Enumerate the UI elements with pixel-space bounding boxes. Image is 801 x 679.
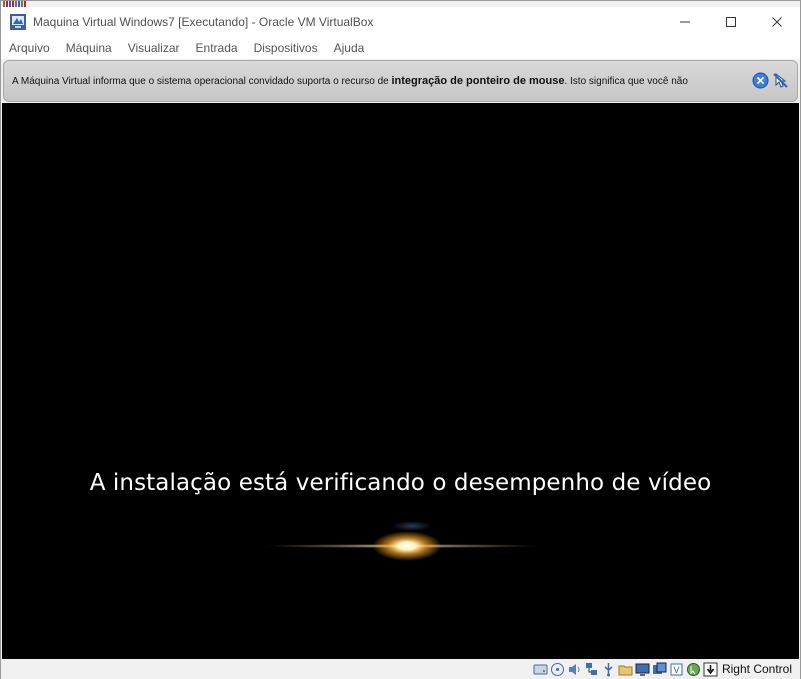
notice-bold: integração de ponteiro de mouse	[391, 75, 565, 87]
usb-icon[interactable]	[601, 662, 616, 677]
window-title: Maquina Virtual Windows7 [Executando] - …	[33, 15, 374, 29]
notice-actions	[752, 72, 789, 89]
mouse-integration-notice: A Máquina Virtual informa que o sistema …	[3, 60, 798, 102]
maximize-button[interactable]	[708, 7, 754, 37]
host-key-label: Right Control	[721, 662, 792, 676]
menu-entrada[interactable]: Entrada	[188, 41, 246, 55]
shared-folders-icon[interactable]	[618, 662, 633, 677]
virtualbox-app-icon	[10, 14, 26, 30]
virtualization-icon[interactable]: V	[669, 662, 684, 677]
status-bar: V Right Control	[1, 659, 800, 679]
menu-ajuda[interactable]: Ajuda	[326, 41, 373, 55]
display-icon[interactable]	[635, 662, 650, 677]
vm-display[interactable]: A instalação está verificando o desempen…	[2, 103, 799, 659]
menu-visualizar[interactable]: Visualizar	[120, 41, 188, 55]
menu-maquina[interactable]: Máquina	[58, 41, 120, 55]
menu-bar: Arquivo Máquina Visualizar Entrada Dispo…	[1, 37, 800, 59]
keyboard-capture-icon[interactable]	[703, 662, 718, 677]
maximize-icon	[726, 17, 736, 27]
close-button[interactable]	[754, 7, 800, 37]
mouse-integration-icon[interactable]	[686, 662, 701, 677]
light-glow	[372, 531, 442, 561]
virtualbox-window: Maquina Virtual Windows7 [Executando] - …	[0, 0, 801, 679]
audio-icon[interactable]	[567, 662, 582, 677]
svg-text:V: V	[673, 666, 680, 676]
close-notice-icon[interactable]	[752, 72, 769, 89]
close-icon	[772, 17, 782, 27]
network-icon[interactable]	[584, 662, 599, 677]
window-controls	[662, 7, 800, 37]
optical-drive-icon[interactable]	[550, 662, 565, 677]
hard-disk-icon[interactable]	[533, 662, 548, 677]
notice-text: A Máquina Virtual informa que o sistema …	[12, 75, 688, 87]
minimize-button[interactable]	[662, 7, 708, 37]
menu-dispositivos[interactable]: Dispositivos	[246, 41, 326, 55]
menu-arquivo[interactable]: Arquivo	[1, 41, 58, 55]
recording-icon[interactable]	[652, 662, 667, 677]
title-bar[interactable]: Maquina Virtual Windows7 [Executando] - …	[1, 7, 800, 37]
minimize-icon	[680, 21, 690, 23]
notice-suffix: . Isto significa que você não	[564, 76, 688, 87]
setup-status-message: A instalação está verificando o desempen…	[89, 470, 712, 496]
notice-prefix: A Máquina Virtual informa que o sistema …	[12, 76, 392, 87]
mute-notice-icon[interactable]	[772, 72, 789, 89]
light-flare-blue	[392, 521, 432, 531]
status-icons: V	[533, 662, 718, 677]
